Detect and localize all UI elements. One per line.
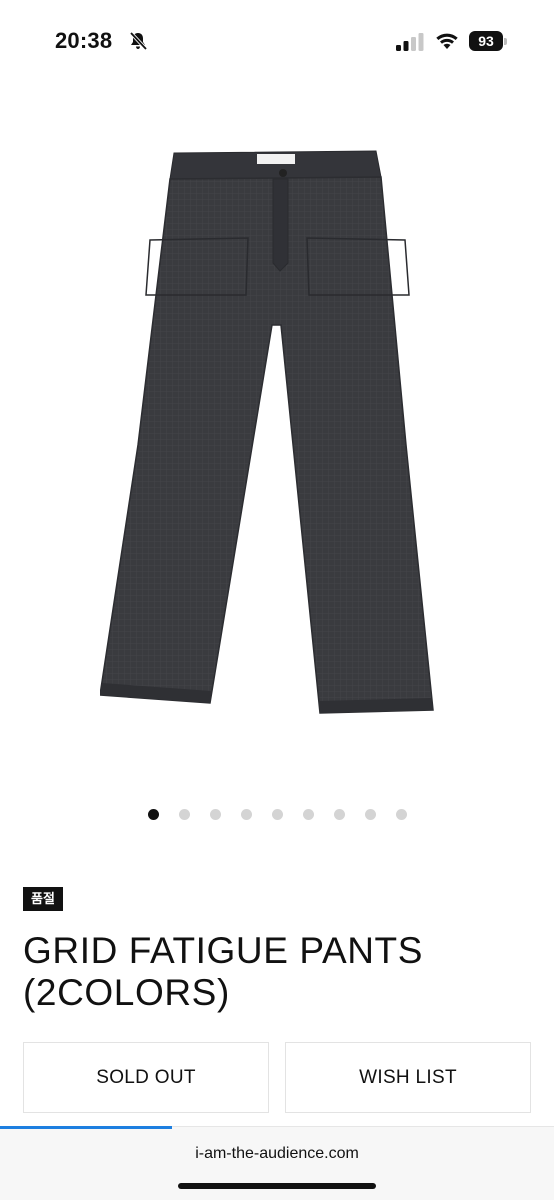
bell-slash-icon: [129, 31, 148, 51]
sold-out-button[interactable]: SOLD OUT: [23, 1042, 269, 1113]
carousel-dots[interactable]: [0, 808, 554, 822]
battery-icon: 93: [469, 31, 507, 51]
product-title-line2: (2COLORS): [23, 972, 230, 1013]
battery-level: 93: [469, 31, 503, 51]
carousel-dot-2[interactable]: [179, 809, 190, 820]
home-indicator[interactable]: [178, 1183, 376, 1189]
battery-tip: [504, 38, 507, 45]
carousel-dot-4[interactable]: [241, 809, 252, 820]
url-text[interactable]: i-am-the-audience.com: [0, 1145, 554, 1163]
carousel-dot-5[interactable]: [272, 809, 283, 820]
browser-url-bar[interactable]: i-am-the-audience.com: [0, 1126, 554, 1200]
carousel-dot-8[interactable]: [365, 809, 376, 820]
pants-image[interactable]: [100, 145, 454, 720]
carousel-dot-3[interactable]: [210, 809, 221, 820]
carousel-dot-1[interactable]: [148, 809, 159, 820]
status-time: 20:38: [55, 28, 113, 53]
status-bar: 20:38 93: [0, 0, 554, 84]
product-title: GRID FATIGUE PANTS (2COLORS): [23, 930, 533, 1014]
carousel-dot-7[interactable]: [334, 809, 345, 820]
carousel-dot-9[interactable]: [396, 809, 407, 820]
carousel-dot-6[interactable]: [303, 809, 314, 820]
page-load-progress: [0, 1126, 172, 1129]
signal-icon: [396, 33, 424, 51]
wish-list-button[interactable]: WISH LIST: [285, 1042, 531, 1113]
wifi-icon: [436, 33, 458, 49]
sold-out-badge: 품절: [23, 887, 63, 911]
product-title-line1: GRID FATIGUE PANTS: [23, 930, 424, 971]
